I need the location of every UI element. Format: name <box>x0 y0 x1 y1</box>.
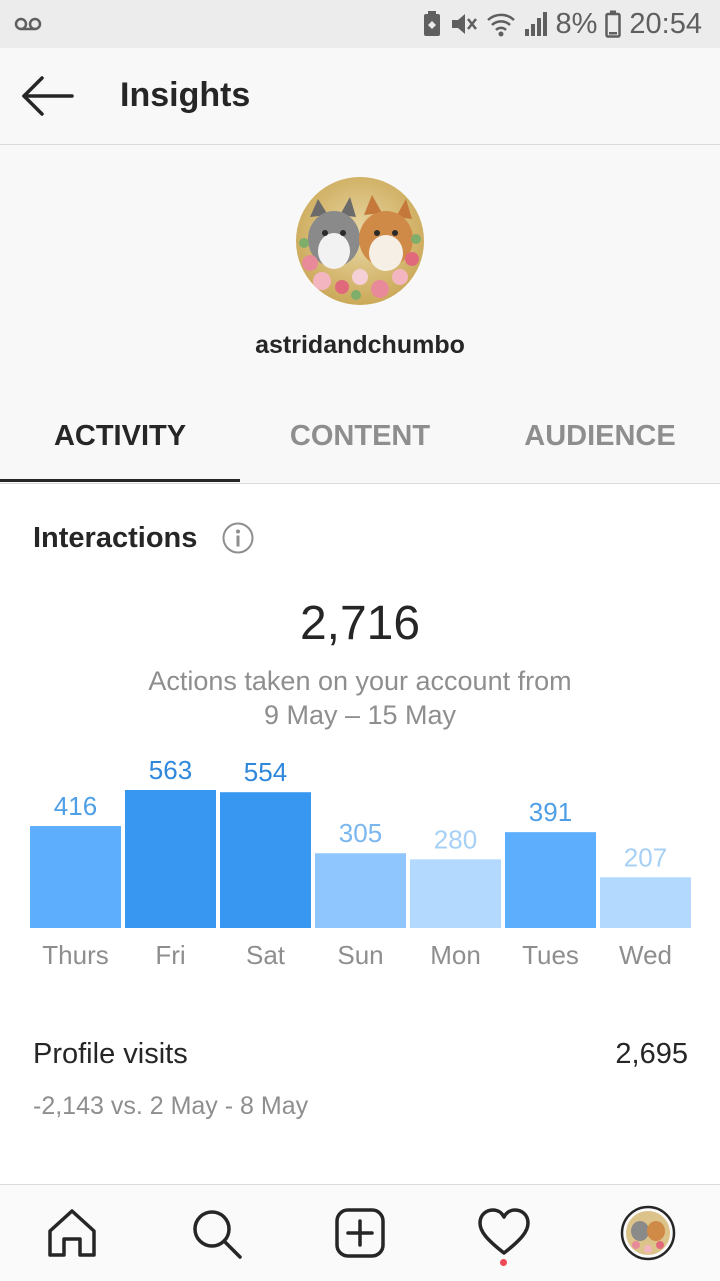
tab-content[interactable]: CONTENT <box>240 401 480 481</box>
bar-value-label: 563 <box>149 755 192 785</box>
bar-category-label: Mon <box>430 940 481 970</box>
bar-value-label: 391 <box>529 797 572 827</box>
status-bar: 8% 20:54 <box>0 0 720 48</box>
subtitle-line-2: 9 May – 15 May <box>263 700 457 730</box>
tab-audience[interactable]: AUDIENCE <box>480 401 720 481</box>
bar-value-label: 207 <box>624 842 667 872</box>
info-icon[interactable] <box>222 522 254 554</box>
battery-icon <box>605 10 622 38</box>
wifi-icon <box>486 11 516 37</box>
insights-tabs: ACTIVITY CONTENT AUDIENCE <box>0 401 720 484</box>
bar-wed <box>600 877 691 928</box>
bar-value-label: 416 <box>54 791 97 821</box>
bar-value-label: 305 <box>339 818 382 848</box>
profile-avatar[interactable] <box>296 177 424 305</box>
bar-fri <box>125 790 216 928</box>
profile-tab-avatar[interactable] <box>620 1205 676 1261</box>
interactions-card: Interactions 2,716 Actions taken on your… <box>0 484 720 1184</box>
profile-visits-label: Profile visits <box>33 1038 188 1070</box>
home-icon[interactable] <box>44 1205 100 1261</box>
bar-category-label: Thurs <box>42 940 108 970</box>
signal-icon <box>524 11 548 37</box>
profile-visits-value: 2,695 <box>615 1038 688 1070</box>
interactions-total: 2,716 <box>299 597 421 650</box>
subtitle-line-1: Actions taken on your account from <box>148 666 572 696</box>
bar-value-label: 280 <box>434 824 477 854</box>
battery-saver-icon <box>422 11 442 37</box>
bar-sun <box>315 853 406 928</box>
bar-mon <box>410 859 501 928</box>
bar-value-label: 554 <box>244 757 287 787</box>
arrow-left-icon <box>22 76 74 116</box>
bar-category-label: Wed <box>619 940 672 970</box>
notification-dot <box>500 1259 507 1266</box>
bar-category-label: Sat <box>246 940 286 970</box>
section-title: Interactions <box>33 522 198 554</box>
voicemail-icon <box>14 14 42 39</box>
app-header: Insights <box>0 48 720 145</box>
back-button[interactable] <box>20 74 76 118</box>
bar-tues <box>505 832 596 928</box>
profile-visits-comparison: -2,143 vs. 2 May - 8 May <box>33 1092 309 1120</box>
bar-category-label: Sun <box>337 940 383 970</box>
clock: 20:54 <box>629 7 702 40</box>
search-icon[interactable] <box>188 1205 244 1261</box>
interactions-subtitle: Actions taken on your account from 9 May… <box>0 664 720 732</box>
username: astridandchumbo <box>255 331 465 359</box>
profile-section: astridandchumbo ACTIVITY CONTENT AUDIENC… <box>0 145 720 484</box>
page-title: Insights <box>120 76 251 114</box>
bottom-navigation <box>0 1184 720 1281</box>
bar-thurs <box>30 826 121 928</box>
interactions-bar-chart: 416 Thurs 563 Fri 554 Sat 305 Sun 280 Mon 391 Tues 2… <box>30 755 691 970</box>
tab-activity[interactable]: ACTIVITY <box>0 401 240 482</box>
new-post-icon[interactable] <box>332 1205 388 1261</box>
bar-category-label: Fri <box>155 940 185 970</box>
battery-percent: 8% <box>555 7 598 40</box>
bar-sat <box>220 792 311 928</box>
activity-heart-icon[interactable] <box>476 1205 532 1261</box>
bar-category-label: Tues <box>522 940 579 970</box>
mute-icon <box>450 11 478 37</box>
